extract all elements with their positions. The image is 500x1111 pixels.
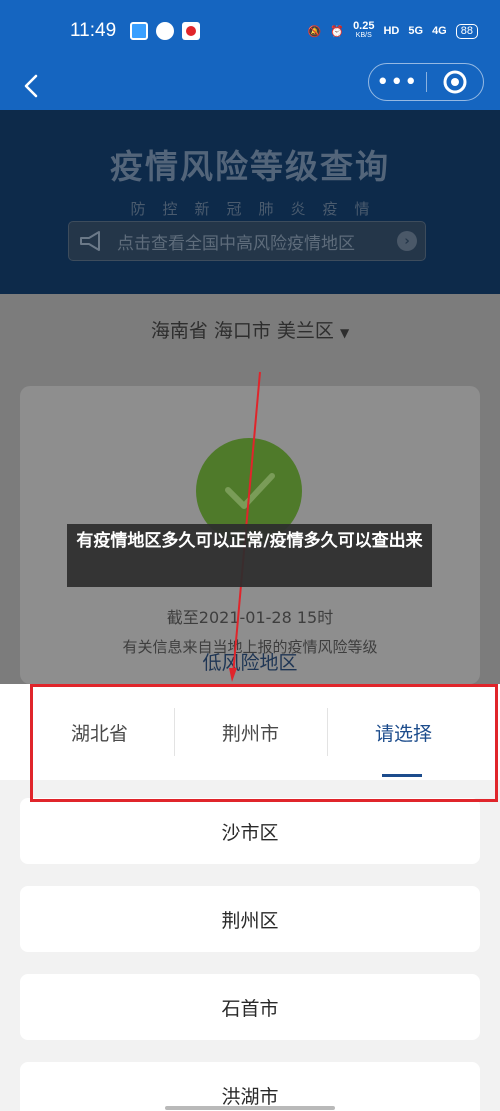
chevron-right-icon: › (397, 231, 417, 251)
signal-4g-icon: 4G (432, 25, 447, 37)
home-indicator[interactable] (165, 1106, 335, 1110)
status-bar: 11:49 🔕 ⏰ 0.25 KB/S HD 5G 4G 88 (0, 0, 500, 62)
hd-indicator: HD (383, 25, 400, 37)
region-picker-sheet: 湖北省 荆州市 请选择 沙市区 荆州区 石首市 洪湖市 (0, 684, 500, 1111)
bell-icon: 🔕 (307, 25, 322, 38)
list-item[interactable]: 荆州区 (20, 886, 480, 952)
nav-bar: ••• (0, 62, 500, 110)
page-banner: 疫情风险等级查询 防控新冠肺炎疫情 点击查看全国中高风险疫情地区 › (0, 110, 500, 294)
close-miniprogram-button[interactable] (426, 64, 483, 100)
more-button[interactable]: ••• (369, 64, 426, 100)
article-title-overlay: 有疫情地区多久可以正常/疫情多久可以查出来 (67, 524, 432, 587)
tab-city[interactable]: 荆州市 (173, 684, 328, 780)
caret-down-icon: ▼ (339, 326, 350, 340)
more-dots-icon: ••• (376, 69, 419, 95)
alarm-icon: ⏰ (330, 25, 345, 38)
as-of-text: 截至2021-01-28 15时 (166, 608, 334, 627)
chevron-left-icon (24, 74, 38, 98)
list-item[interactable]: 石首市 (20, 974, 480, 1040)
region-label: 海南省 海口市 美兰区 (150, 320, 334, 342)
app-notification-icon (130, 22, 149, 40)
status-time: 11:49 (70, 20, 117, 41)
net-speed: 0.25 KB/S (353, 20, 375, 40)
tab-province[interactable]: 湖北省 (22, 684, 177, 780)
megaphone-icon (80, 231, 100, 251)
status-icons: 🔕 ⏰ 0.25 KB/S HD 5G 4G 88 (308, 21, 478, 41)
region-selector[interactable]: 海南省 海口市 美兰区 ▼ (0, 316, 500, 343)
list-item[interactable]: 洪湖市 (20, 1062, 480, 1111)
dimmed-content: 海南省 海口市 美兰区 ▼ 低风险地区 截至2021-01-28 15时 有关信… (0, 294, 500, 684)
target-close-icon (443, 70, 467, 94)
notice-text: 点击查看全国中高风险疫情地区 (117, 233, 355, 254)
miniprogram-capsule: ••• (368, 63, 484, 101)
wechat-icon (156, 22, 175, 40)
page-subtitle: 防控新冠肺炎疫情 (130, 200, 387, 218)
picker-tabs: 湖北省 荆州市 请选择 (0, 684, 500, 780)
app-red-icon (182, 22, 201, 40)
active-tab-indicator (382, 774, 422, 777)
signal-5g-icon: 5G (408, 25, 424, 37)
tab-district[interactable]: 请选择 (326, 684, 481, 780)
list-item[interactable]: 沙市区 (20, 798, 480, 864)
page-title: 疫情风险等级查询 (110, 147, 390, 186)
battery-icon: 88 (455, 23, 478, 39)
high-risk-notice-button[interactable]: 点击查看全国中高风险疫情地区 › (68, 221, 426, 261)
source-text: 有关信息来自当地上报的疫情风险等级 (122, 638, 378, 656)
back-button[interactable] (14, 68, 50, 104)
